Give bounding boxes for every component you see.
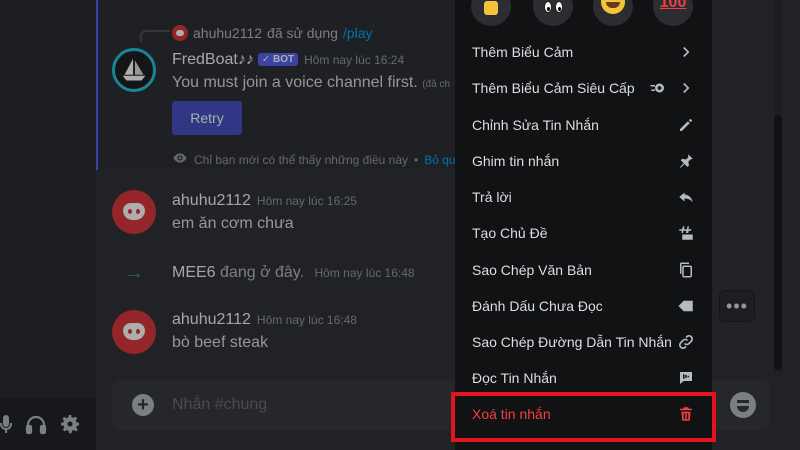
menu-label: Trả lời [472,189,512,205]
pin-icon [677,152,695,170]
eyes-icon [543,1,563,13]
reaction-hundred[interactable]: 100 [653,0,693,26]
quick-reactions: 100 [455,0,712,26]
pencil-icon [677,116,695,134]
thumbs-up-icon [484,1,498,15]
menu-edit-message[interactable]: Chỉnh Sửa Tin Nhắn [463,109,704,141]
menu-label: Đánh Dấu Chưa Đọc [472,298,603,314]
delete-highlight-box [451,392,716,442]
speech-icon [677,369,695,387]
thread-icon [677,224,695,242]
reaction-laughing[interactable] [593,0,633,26]
tag-icon [677,297,695,315]
menu-copy-link[interactable]: Sao Chép Đường Dẫn Tin Nhắn [463,326,704,358]
menu-label: Sao Chép Đường Dẫn Tin Nhắn [472,334,672,350]
menu-label: Thêm Biểu Cảm [472,44,574,60]
hundred-icon: 100 [659,0,687,11]
reply-icon [677,188,695,206]
menu-label: Chỉnh Sửa Tin Nhắn [472,117,599,133]
menu-label: Tạo Chủ Đề [472,225,548,241]
menu-label: Đọc Tin Nhắn [472,370,557,386]
menu-copy-text[interactable]: Sao Chép Văn Bản [463,254,704,286]
menu-label: Sao Chép Văn Bản [472,262,592,278]
menu-read-message[interactable]: Đọc Tin Nhắn [463,362,704,394]
chevron-right-icon [677,43,695,61]
super-reaction-icon [649,79,667,97]
menu-add-reaction[interactable]: Thêm Biểu Cảm [463,36,704,68]
menu-reply[interactable]: Trả lời [463,181,704,213]
menu-add-super-reaction[interactable]: Thêm Biểu Cảm Siêu Cấp [463,72,704,104]
menu-label: Ghim tin nhắn [472,153,560,169]
menu-label: Thêm Biểu Cảm Siêu Cấp [472,80,635,96]
chevron-right-icon [677,79,695,97]
menu-mark-unread[interactable]: Đánh Dấu Chưa Đọc [463,290,704,322]
menu-pin-message[interactable]: Ghim tin nhắn [463,145,704,177]
link-icon [677,333,695,351]
copy-icon [677,261,695,279]
laughing-icon [601,0,625,14]
menu-create-thread[interactable]: Tạo Chủ Đề [463,217,704,249]
reaction-thumbs-up[interactable] [471,0,511,26]
reaction-eyes[interactable] [533,0,573,26]
message-context-menu: 100 Thêm Biểu Cảm Thêm Biểu Cảm Siêu Cấp… [455,0,712,450]
